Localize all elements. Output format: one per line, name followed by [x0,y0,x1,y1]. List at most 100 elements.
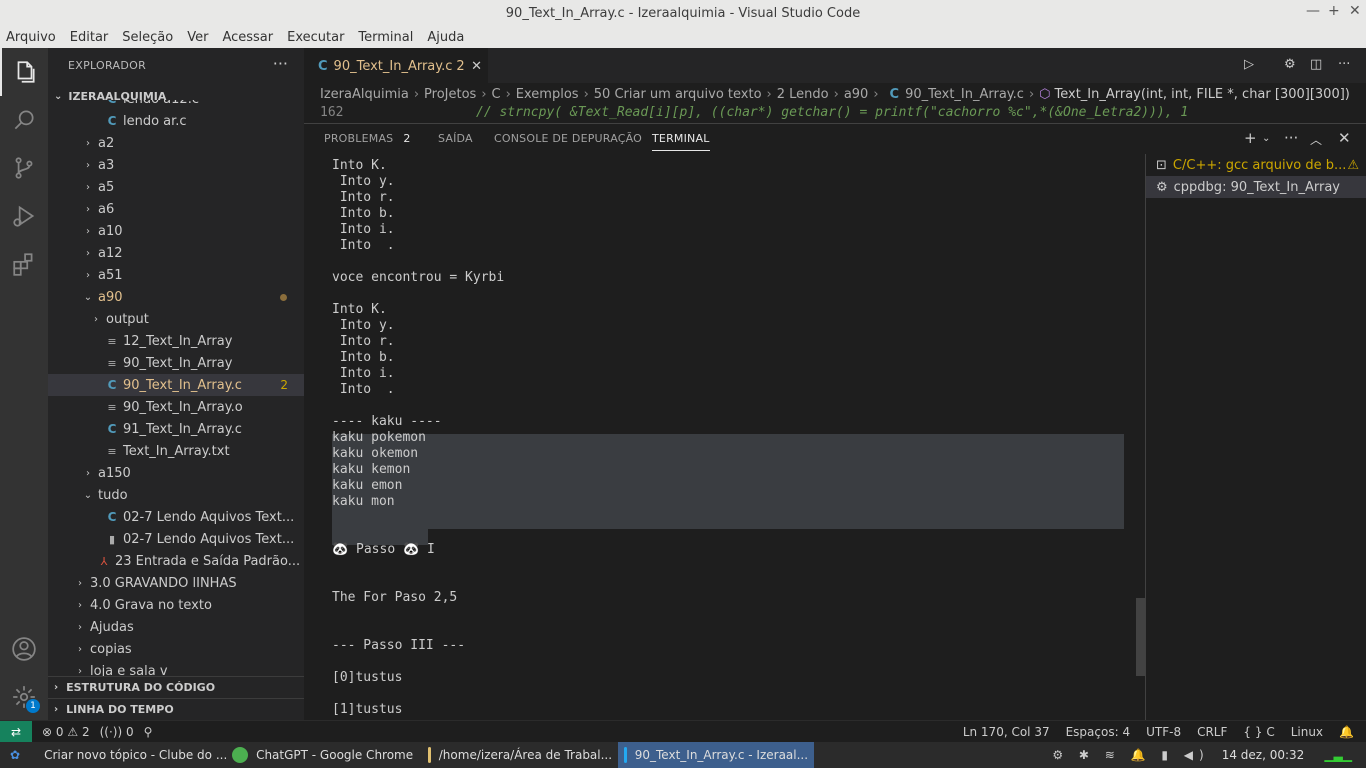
tab-saida[interactable]: SAÍDA [438,132,473,145]
terminal-scrollbar[interactable] [1136,598,1145,676]
tab-problemas[interactable]: PROBLEMAS 2 [324,132,411,145]
breadcrumb-item[interactable]: IzeraAlquimia [320,87,409,102]
more-actions-icon[interactable]: ··· [1284,129,1298,147]
tree-item[interactable]: Clendo a12.c [48,100,304,110]
maximize-icon[interactable]: + [1328,3,1340,19]
tree-item-label: 12_Text_In_Array [123,333,233,349]
terminal-item-cppdbg[interactable]: ⚙ cppdbg: 90_Text_In_Array [1146,176,1366,198]
tab-90-text-in-array[interactable]: C 90_Text_In_Array.c 2 ✕ [304,48,488,83]
tree-item[interactable]: C 90_Text_In_Array.c 2 [48,374,304,396]
menu-selecao[interactable]: Seleção [122,30,173,45]
debug-status-icon[interactable]: ⚲ [144,725,153,739]
split-editor-icon[interactable]: ◫ [1310,57,1328,75]
breadcrumb-item[interactable]: C [492,87,501,102]
encoding[interactable]: UTF-8 [1146,725,1181,739]
breadcrumb-item[interactable]: 90_Text_In_Array.c [905,87,1024,102]
run-icon[interactable]: ▷ [1244,57,1262,75]
breadcrumb-item[interactable]: Exemplos [516,87,579,102]
breadcrumb-symbol[interactable]: Text_In_Array(int, int, FILE *, char [30… [1055,87,1350,102]
tree-item[interactable]: Clendo ar.c [48,110,304,132]
menu-acessar[interactable]: Acessar [222,30,273,45]
menu-arquivo[interactable]: Arquivo [6,30,56,45]
menu-executar[interactable]: Executar [287,30,344,45]
language-mode[interactable]: { } C [1243,725,1274,739]
gear-icon[interactable]: ⚙ [1284,57,1302,75]
tree-item[interactable]: ⅄ 23 Entrada e Saída Padrão... [48,550,304,572]
menu-ajuda[interactable]: Ajuda [427,30,464,45]
remote-icon[interactable]: ⇄ [0,720,32,743]
more-actions-icon[interactable]: ··· [1338,57,1356,75]
end-of-line[interactable]: CRLF [1197,725,1227,739]
tree-item[interactable]: › a2 [48,132,304,154]
editor-code-line[interactable]: 162 // strncpy( &Text_Read[i][p], ((char… [304,105,1366,123]
breadcrumb-item[interactable]: a90 [844,87,869,102]
tree-item[interactable]: › 4.0 Grava no texto [48,594,304,616]
tree-item[interactable]: ≡ 12_Text_In_Array [48,330,304,352]
terminal-item-gcc[interactable]: ⊡ C/C++: gcc arquivo de b... ⚠ [1146,154,1366,176]
language-label: C [1266,724,1275,739]
tree-item[interactable]: › a6 [48,198,304,220]
manage-gear-icon[interactable]: 1 [0,673,48,721]
explorer-icon[interactable] [0,48,48,96]
task-file-manager[interactable]: /home/izera/Área de Trabal... [422,742,618,768]
problems-status[interactable]: ⊗ 0 ⚠ 2 [42,725,90,739]
menu-ver[interactable]: Ver [187,30,208,45]
tree-item[interactable]: C 91_Text_In_Array.c [48,418,304,440]
tree-item[interactable]: ⌄ tudo [48,484,304,506]
search-icon[interactable] [0,96,48,144]
extensions-icon[interactable] [0,240,48,288]
cursor-position[interactable]: Ln 170, Col 37 [963,725,1050,739]
ports-status[interactable]: ((·)) 0 [100,725,134,739]
run-debug-icon[interactable] [0,192,48,240]
tree-item[interactable]: › a150 [48,462,304,484]
tree-item[interactable]: › Ajudas [48,616,304,638]
minimize-icon[interactable]: — [1306,3,1320,19]
task-clube[interactable]: Criar novo tópico - Clube do ... [30,742,226,768]
indentation[interactable]: Espaços: 4 [1066,725,1131,739]
tree-item[interactable]: C 02-7 Lendo Aquivos Text... [48,506,304,528]
start-menu-icon[interactable]: ✿ [0,742,30,768]
account-icon[interactable] [0,625,48,673]
tree-item[interactable]: ▮ 02-7 Lendo Aquivos Text... [48,528,304,550]
notifications-bell-icon[interactable]: 🔔 [1339,725,1354,739]
more-actions-icon[interactable]: ··· [273,54,288,73]
timeline-section[interactable]: › LINHA DO TEMPO [48,698,304,720]
menu-terminal[interactable]: Terminal [358,30,413,45]
broadcast-icon: ((·)) [99,724,123,739]
outline-section[interactable]: › ESTRUTURA DO CÓDIGO [48,676,304,698]
tree-item[interactable]: › a12 [48,242,304,264]
source-control-icon[interactable] [0,144,48,192]
terminal-output[interactable]: Into K. Into y. Into r. Into b. Into i. … [332,158,1132,718]
platform[interactable]: Linux [1291,725,1323,739]
chevron-right-icon: › [766,86,772,102]
new-terminal-icon[interactable]: + [1244,129,1257,147]
breadcrumb-item[interactable]: 50 Criar um arquivo texto [594,87,762,102]
maximize-panel-icon[interactable]: ︿ [1310,131,1322,148]
tree-item[interactable]: ≡ 90_Text_In_Array [48,352,304,374]
chevron-down-icon[interactable]: ⌄ [1262,133,1270,144]
task-vscode[interactable]: 90_Text_In_Array.c - Izeraal... [618,742,815,768]
tree-item[interactable]: › 3.0 GRAVANDO lINHAS [48,572,304,594]
breadcrumb-item[interactable]: 2 Lendo [777,87,829,102]
menu-editar[interactable]: Editar [70,30,109,45]
tree-item[interactable]: ⌄ a90 [48,286,304,308]
tree-item[interactable]: › loja e sala v [48,660,304,677]
clock[interactable]: 14 dez, 00:32 [1216,742,1311,768]
tree-item[interactable]: › output [48,308,304,330]
tree-item[interactable]: › a51 [48,264,304,286]
tree-item[interactable]: › a10 [48,220,304,242]
tray-icons[interactable]: ⚙ ✱ ≋ 🔔 ▮ ◀) [1046,742,1215,768]
tab-terminal[interactable]: TERMINAL [652,132,710,151]
tree-item[interactable]: › a3 [48,154,304,176]
close-window-icon[interactable]: ✕ [1349,3,1361,19]
tree-item[interactable]: ≡ Text_In_Array.txt [48,440,304,462]
close-panel-icon[interactable]: ✕ [1338,129,1351,147]
task-chatgpt[interactable]: ChatGPT - Google Chrome [226,742,422,768]
tree-item[interactable]: › a5 [48,176,304,198]
text-file-icon: ≡ [107,356,117,370]
breadcrumb-item[interactable]: ProJetos [424,87,476,102]
close-tab-icon[interactable]: ✕ [471,59,482,74]
tree-item[interactable]: ≡ 90_Text_In_Array.o [48,396,304,418]
tab-console-depuracao[interactable]: CONSOLE DE DEPURAÇÃO [494,132,642,145]
tree-item[interactable]: › copias [48,638,304,660]
